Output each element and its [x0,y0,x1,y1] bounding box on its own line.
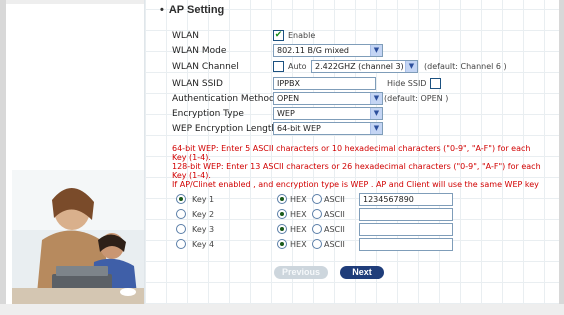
wlan-label: WLAN [172,31,200,41]
key3-hex-radio[interactable] [277,224,287,234]
key2-input[interactable] [359,208,453,221]
wep-note-64bit: 64-bit WEP: Enter 5 ASCII characters or … [172,144,531,162]
row-encryption-type: Encryption Type WEP ▼ [172,107,552,121]
key1-hex-label: HEX [290,195,307,204]
row-wlan-mode: WLAN Mode 802.11 B/G mixed ▼ [172,44,552,58]
key1-label: Key 1 [192,195,215,204]
window-bottom-edge [0,304,564,315]
key2-select-radio[interactable] [176,209,186,219]
family-photo-illustration [12,170,145,304]
row-authentication: Authentication Method OPEN ▼ (default: O… [172,92,552,106]
wlan-enable-checkbox[interactable]: ✔ [273,30,284,41]
auth-method-select[interactable]: OPEN ▼ [273,92,383,105]
key1-value: 1234567890 [363,195,414,204]
wlan-ssid-input[interactable]: IPPBX [273,77,376,90]
left-frame-border [0,0,6,315]
key2-hex-radio[interactable] [277,209,287,219]
key1-select-radio[interactable] [176,194,186,204]
chevron-down-icon[interactable]: ▼ [370,45,382,56]
key2-hex-label: HEX [290,210,307,219]
key4-ascii-radio[interactable] [312,239,322,249]
key2-ascii-label: ASCII [324,210,345,219]
wlan-channel-label: WLAN Channel [172,62,239,72]
key1-ascii-label: ASCII [324,195,345,204]
hide-ssid-label: Hide SSID [387,79,427,88]
channel-auto-label: Auto [288,62,307,71]
key4-hex-label: HEX [290,240,307,249]
wlan-channel-value: 2.422GHZ (channel 3) [315,62,404,71]
wlan-ssid-value: IPPBX [277,79,300,88]
key4-label: Key 4 [192,240,215,249]
section-title-text: AP Setting [168,4,225,16]
key3-ascii-label: ASCII [324,225,345,234]
auth-method-label: Authentication Method [172,94,275,104]
key3-hex-label: HEX [290,225,307,234]
key4-hex-radio[interactable] [277,239,287,249]
wep-help-notes: 64-bit WEP: Enter 5 ASCII characters or … [172,144,547,189]
section-title: • AP Setting [160,4,224,16]
channel-default-hint: (default: Channel 6 ) [424,62,507,71]
previous-button[interactable]: Previous [274,266,328,279]
wep-length-value: 64-bit WEP [277,124,321,133]
key1-ascii-radio[interactable] [312,194,322,204]
encryption-type-value: WEP [277,109,295,118]
row-wep-length: WEP Encryption Length 64-bit WEP ▼ [172,122,552,136]
wep-note-128bit: 128-bit WEP: Enter 13 ASCII characters o… [172,162,541,180]
key-row-2: Key 2 HEX ASCII [172,208,552,222]
chevron-down-icon[interactable]: ▼ [405,61,417,72]
auth-default-hint: (default: OPEN ) [384,94,449,103]
wlan-mode-value: 802.11 B/G mixed [277,46,349,55]
wep-note-ap-client: If AP/Clinet enabled , and encryption ty… [172,180,539,189]
key3-select-radio[interactable] [176,224,186,234]
key3-label: Key 3 [192,225,215,234]
encryption-type-label: Encryption Type [172,109,244,119]
key2-label: Key 2 [192,210,215,219]
chevron-down-icon[interactable]: ▼ [370,123,382,134]
wlan-enable-label: Enable [288,31,316,40]
key4-ascii-label: ASCII [324,240,345,249]
key3-ascii-radio[interactable] [312,224,322,234]
encryption-type-select[interactable]: WEP ▼ [273,107,383,120]
decorative-family-photo [12,170,145,304]
key-row-4: Key 4 HEX ASCII [172,238,552,252]
auth-method-value: OPEN [277,94,300,103]
chevron-down-icon[interactable]: ▼ [370,108,382,119]
bullet-icon: • [160,4,164,16]
wlan-ssid-label: WLAN SSID [172,79,223,89]
next-button[interactable]: Next [340,266,384,279]
row-wlan-channel: WLAN Channel Auto 2.422GHZ (channel 3) ▼… [172,60,552,74]
key-row-3: Key 3 HEX ASCII [172,223,552,237]
row-wlan: WLAN ✔ Enable [172,29,552,43]
wep-length-label: WEP Encryption Length [172,124,278,134]
key2-ascii-radio[interactable] [312,209,322,219]
channel-auto-checkbox[interactable] [273,61,284,72]
key4-select-radio[interactable] [176,239,186,249]
wlan-mode-label: WLAN Mode [172,46,227,56]
row-wlan-ssid: WLAN SSID IPPBX Hide SSID [172,77,552,91]
hide-ssid-checkbox[interactable] [430,78,441,89]
key1-hex-radio[interactable] [277,194,287,204]
wlan-mode-select[interactable]: 802.11 B/G mixed ▼ [273,44,383,57]
chevron-down-icon[interactable]: ▼ [370,93,382,104]
wlan-channel-select[interactable]: 2.422GHZ (channel 3) ▼ [311,60,418,73]
key3-input[interactable] [359,223,453,236]
key-row-1: Key 1 HEX ASCII 1234567890 [172,193,552,207]
key1-input[interactable]: 1234567890 [359,193,453,206]
key4-input[interactable] [359,238,453,251]
wep-length-select[interactable]: 64-bit WEP ▼ [273,122,383,135]
